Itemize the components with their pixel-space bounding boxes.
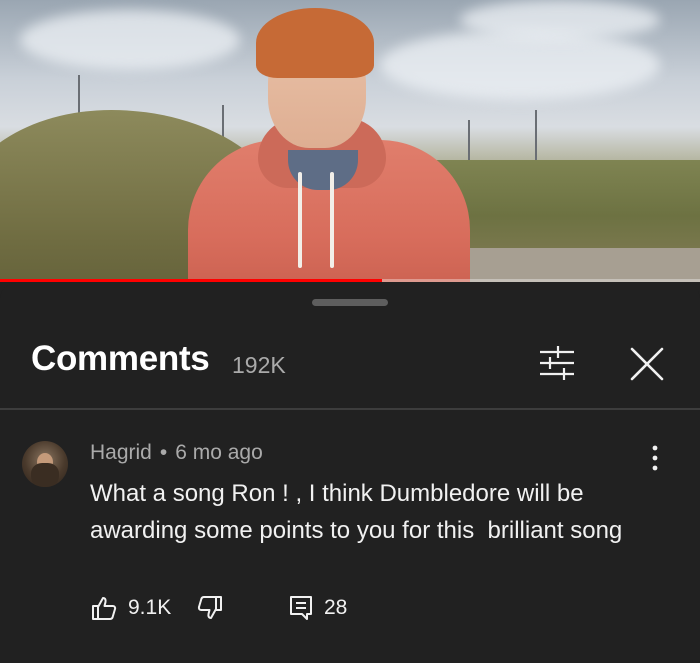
sort-filter-button[interactable] [536, 343, 578, 383]
comment-more-button[interactable] [644, 443, 666, 473]
video-frame-cloud [380, 30, 660, 100]
thumbs-down-icon [197, 596, 222, 619]
close-button[interactable] [626, 343, 668, 385]
video-progress-fill[interactable] [0, 279, 382, 282]
video-frame-drawstring [330, 172, 334, 268]
comment-author[interactable]: Hagrid [90, 441, 152, 464]
comment-text: What a song Ron ! , I think Dumbledore w… [90, 480, 623, 544]
comments-sheet: Comments 192K Hagrid • 6 mo ago What a s… [0, 283, 700, 663]
avatar[interactable] [22, 441, 68, 487]
video-frame-drawstring [298, 172, 302, 268]
meta-separator: • [159, 441, 168, 464]
comment-meta: Hagrid • 6 mo ago [90, 441, 263, 465]
sheet-drag-handle[interactable] [312, 299, 388, 306]
thumbs-up-icon [92, 597, 117, 620]
sliders-icon [540, 346, 574, 380]
close-icon [630, 347, 664, 381]
video-frame-hair [256, 8, 374, 78]
like-button[interactable]: 9.1K [90, 594, 171, 622]
more-vertical-icon [652, 445, 658, 471]
dislike-button[interactable] [196, 594, 224, 622]
video-frame-pylon [535, 110, 537, 160]
comment-time: 6 mo ago [175, 441, 263, 464]
video-player[interactable] [0, 0, 700, 282]
comments-title: Comments [31, 339, 210, 378]
avatar-beard [31, 463, 59, 487]
reply-button[interactable]: 28 [288, 594, 347, 622]
video-frame-cloud [460, 0, 660, 40]
comments-count: 192K [232, 352, 286, 378]
video-frame-path [430, 248, 700, 282]
comment-item: Hagrid • 6 mo ago What a song Ron ! , I th… [0, 423, 700, 663]
header-divider [0, 408, 700, 410]
reply-icon [290, 596, 312, 620]
comment-actions: 9.1K 28 [90, 594, 690, 624]
like-count: 9.1K [128, 596, 172, 619]
reply-count: 28 [324, 596, 348, 619]
video-frame-cloud [20, 10, 240, 70]
video-frame-pylon [468, 120, 470, 165]
